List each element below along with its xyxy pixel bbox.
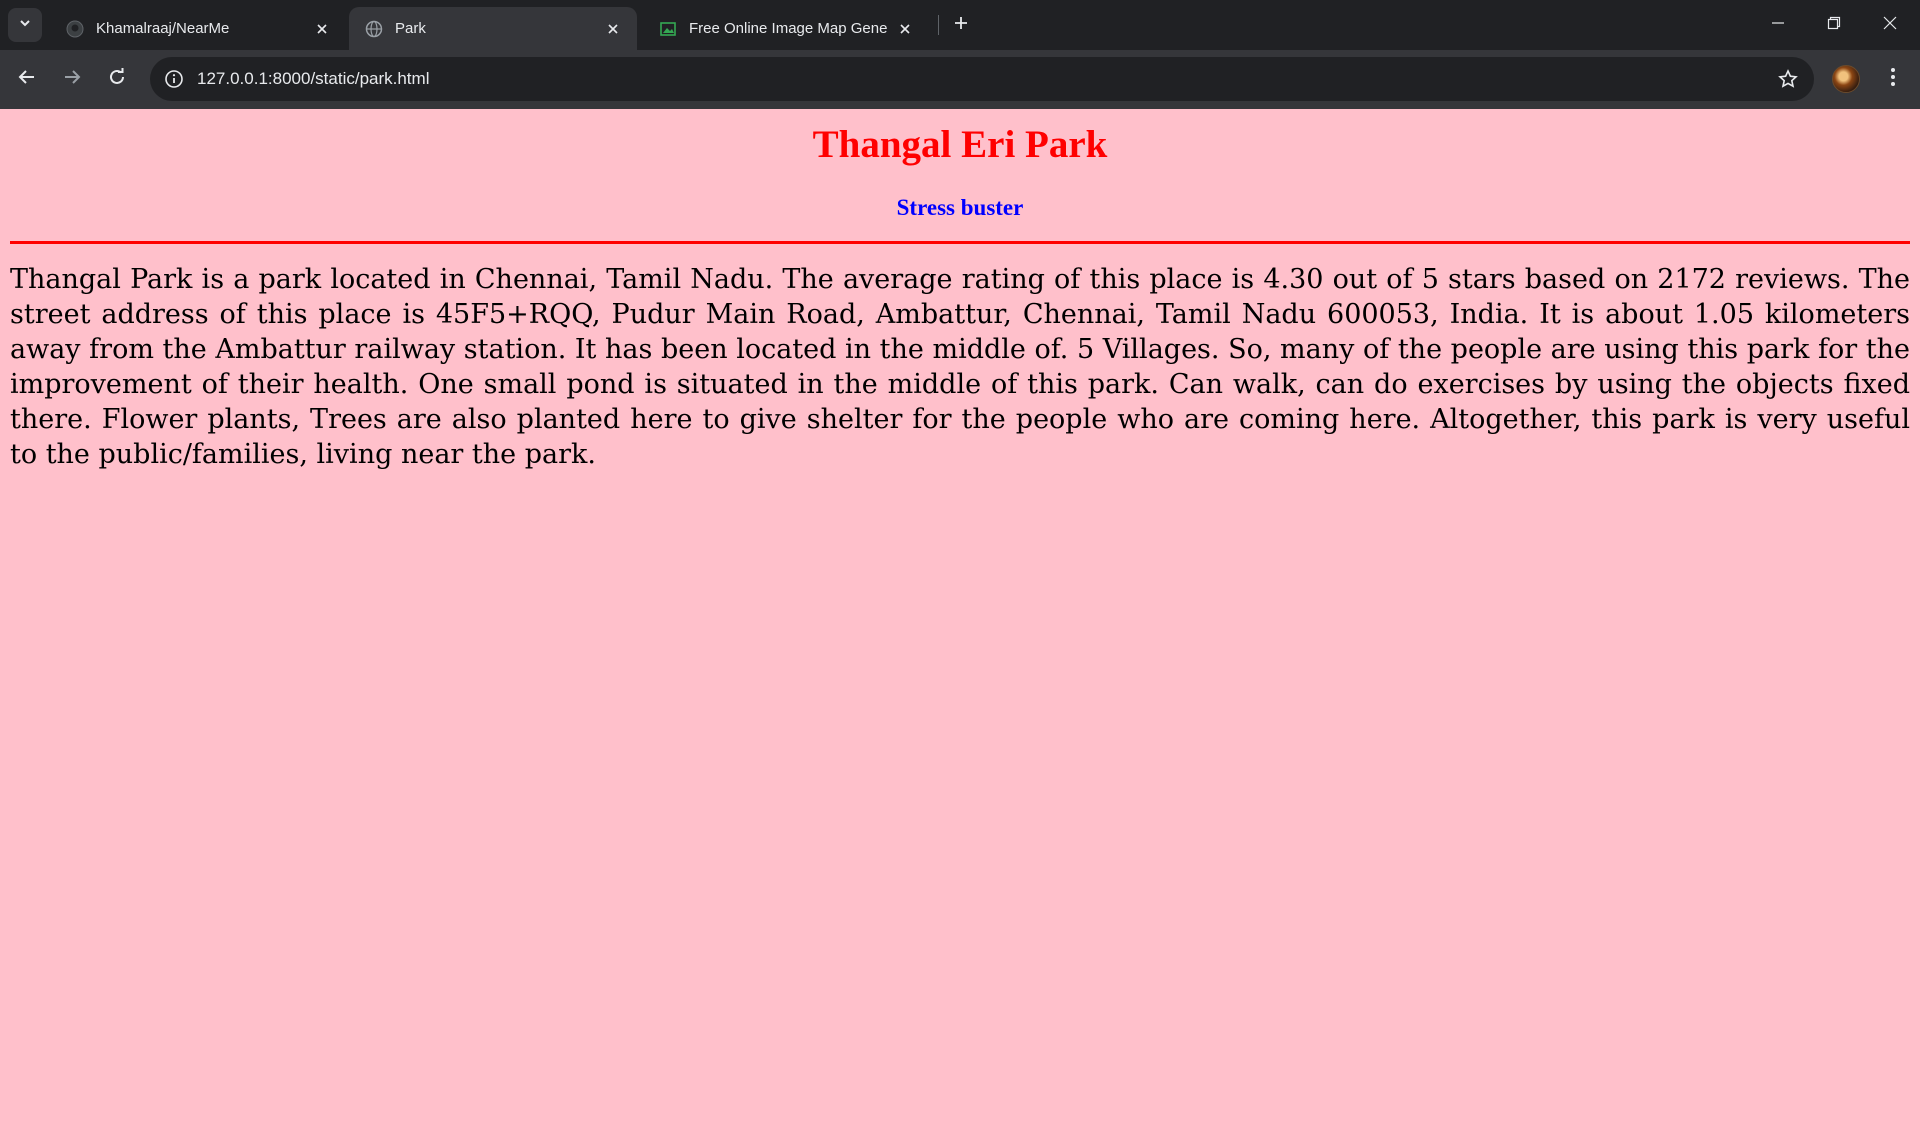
park-description: Thangal Park is a park located in Chenna…	[10, 264, 1910, 470]
browser-menu-button[interactable]	[1878, 64, 1908, 94]
minimize-button[interactable]	[1750, 0, 1806, 50]
new-tab-button[interactable]	[946, 10, 976, 40]
profile-avatar[interactable]	[1832, 65, 1860, 93]
more-vertical-icon	[1890, 67, 1896, 92]
arrow-right-icon	[63, 68, 81, 91]
github-icon	[66, 20, 84, 38]
close-icon	[1883, 16, 1897, 35]
forward-button[interactable]	[55, 62, 89, 96]
page-title: Thangal Eri Park	[812, 123, 1108, 166]
page-content: Thangal Eri Park Stress buster Thangal P…	[0, 109, 1920, 1140]
divider	[10, 241, 1910, 244]
address-bar[interactable]: 127.0.0.1:8000/static/park.html	[150, 57, 1814, 101]
restore-button[interactable]	[1806, 0, 1862, 50]
tab-search-button[interactable]	[8, 8, 42, 42]
back-button[interactable]	[10, 62, 44, 96]
tab-image-map[interactable]: Free Online Image Map Generator	[643, 7, 929, 50]
site-info-icon[interactable]	[158, 63, 190, 95]
chevron-down-icon	[18, 16, 32, 35]
browser-toolbar: 127.0.0.1:8000/static/park.html	[0, 50, 1920, 109]
bookmark-star-icon[interactable]	[1774, 65, 1802, 93]
plus-icon	[953, 15, 969, 36]
tab-separator	[938, 15, 939, 35]
tab-title: Free Online Image Map Generator	[689, 20, 887, 37]
tab-title: Park	[395, 20, 426, 37]
reload-icon	[108, 67, 126, 91]
page-subtitle: Stress buster	[896, 195, 1024, 220]
tab-park[interactable]: Park	[349, 7, 637, 50]
close-icon[interactable]	[603, 19, 623, 39]
close-window-button[interactable]	[1862, 0, 1918, 50]
tab-strip: Khamalraaj/NearMe Park Free Online Image…	[0, 0, 1920, 50]
reload-button[interactable]	[100, 62, 134, 96]
arrow-left-icon	[18, 68, 36, 91]
address-url[interactable]: 127.0.0.1:8000/static/park.html	[197, 57, 429, 101]
close-icon[interactable]	[312, 19, 332, 39]
globe-icon	[365, 20, 383, 38]
restore-icon	[1827, 16, 1841, 35]
minimize-icon	[1771, 16, 1785, 35]
tab-title: Khamalraaj/NearMe	[96, 20, 230, 37]
image-icon	[659, 20, 677, 38]
tab-github[interactable]: Khamalraaj/NearMe	[50, 7, 346, 50]
close-icon[interactable]	[895, 19, 915, 39]
